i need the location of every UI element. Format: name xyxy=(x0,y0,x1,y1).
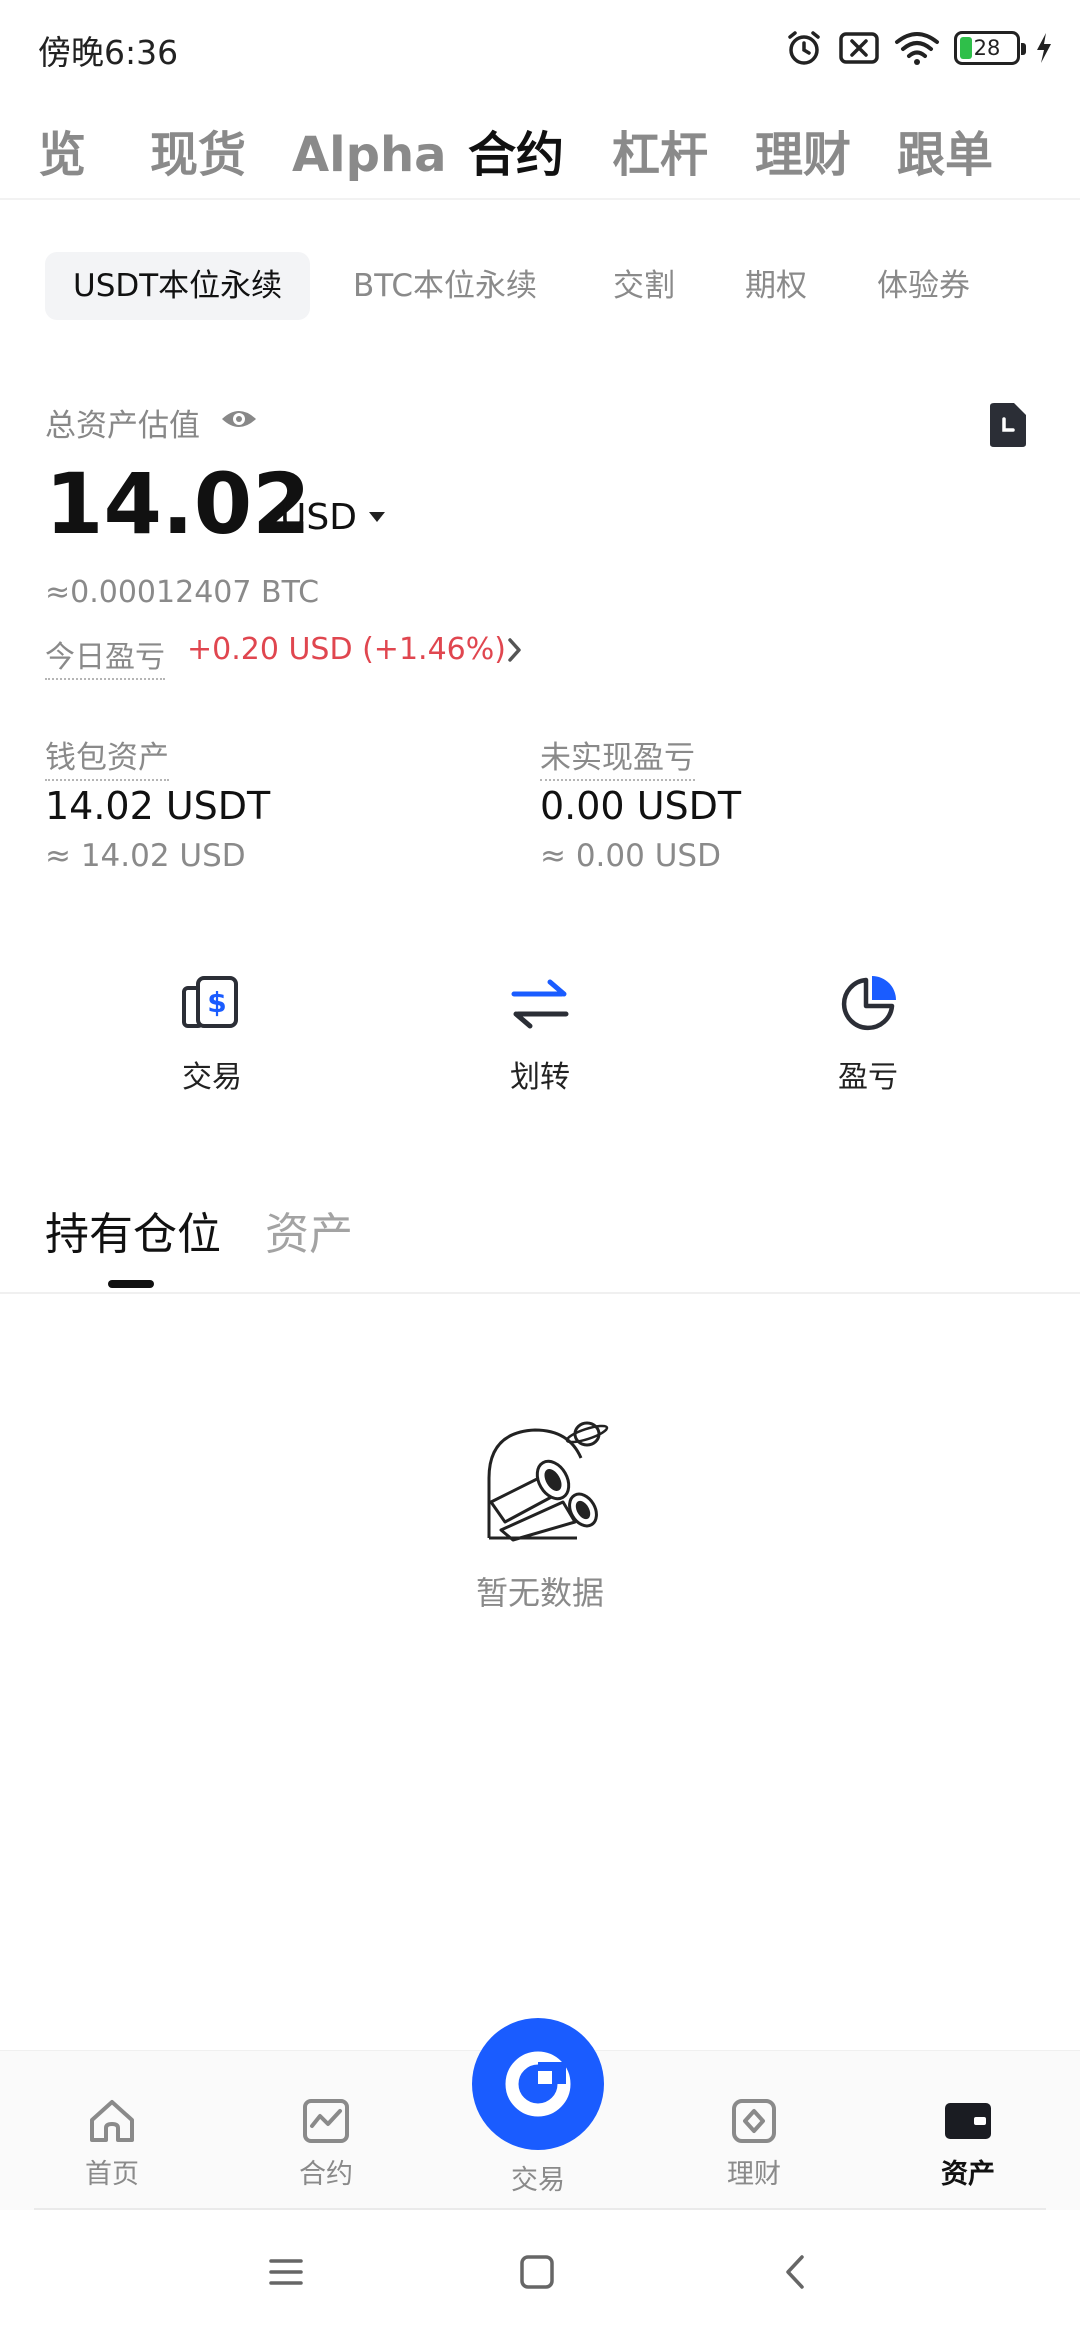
total-assets-label: 总资产估值 xyxy=(45,408,200,444)
subtab-trial-voucher[interactable]: 体验券 xyxy=(877,252,970,320)
divider xyxy=(0,1292,1080,1294)
tab-futures[interactable]: 合约 xyxy=(468,110,564,198)
wallet-icon xyxy=(945,2103,991,2139)
transfer-button[interactable]: 划转 xyxy=(440,972,640,1112)
unrealized-pnl-usd: ≈ 0.00 USD xyxy=(540,838,721,874)
svg-text:$: $ xyxy=(207,986,226,1019)
status-time: 傍晚6:36 xyxy=(38,33,179,72)
btc-equivalent: ≈0.00012407 BTC xyxy=(45,575,320,610)
transfer-icon xyxy=(511,979,569,1029)
no-sim-icon xyxy=(839,32,879,64)
caret-down-icon[interactable] xyxy=(367,510,387,524)
top-tab-bar: 览 现货 Alpha 合约 杠杆 理财 跟单 xyxy=(0,110,1080,200)
tab-overview[interactable]: 览 xyxy=(38,110,86,198)
eye-icon[interactable] xyxy=(220,402,258,436)
pnl-analysis-button[interactable]: 盈亏 xyxy=(768,972,968,1112)
active-tab-indicator xyxy=(108,1280,154,1288)
chevron-right-icon[interactable] xyxy=(506,636,524,664)
nav-trade-label[interactable]: 交易 xyxy=(460,2158,616,2197)
nav-futures-label: 合约 xyxy=(299,2159,353,2190)
pnl-label: 盈亏 xyxy=(838,1060,898,1095)
alarm-icon xyxy=(788,31,820,65)
subtab-btc-perpetual[interactable]: BTC本位永续 xyxy=(353,252,537,320)
tab-open-positions[interactable]: 持有仓位 xyxy=(45,1205,221,1265)
nav-earn[interactable]: 理财 xyxy=(674,2098,834,2191)
transfer-label: 划转 xyxy=(510,1060,570,1095)
tab-earn[interactable]: 理财 xyxy=(755,110,851,198)
trade-fab-icon xyxy=(505,2051,571,2117)
tab-alpha[interactable]: Alpha xyxy=(292,110,447,198)
finance-icon xyxy=(732,2099,776,2143)
wallet-assets-label[interactable]: 钱包资产 xyxy=(45,732,169,781)
today-pnl-label[interactable]: 今日盈亏 xyxy=(45,632,165,680)
nav-assets-label: 资产 xyxy=(941,2159,995,2190)
trade-label: 交易 xyxy=(182,1060,242,1095)
status-icons: 28 xyxy=(784,24,1054,72)
nav-earn-label: 理财 xyxy=(727,2159,781,2190)
battery-percent: 28 xyxy=(973,36,1001,60)
back-icon[interactable] xyxy=(778,2254,814,2290)
wifi-icon xyxy=(895,32,939,65)
home-icon xyxy=(90,2100,134,2142)
wallet-assets-value: 14.02 USDT xyxy=(45,784,271,828)
nav-futures[interactable]: 合约 xyxy=(246,2098,406,2191)
history-record-icon[interactable] xyxy=(986,402,1028,448)
total-balance-value: 14.02 xyxy=(45,455,311,553)
tab-spot[interactable]: 现货 xyxy=(150,110,246,198)
unrealized-pnl-label[interactable]: 未实现盈亏 xyxy=(540,732,695,781)
status-bar: 傍晚6:36 28 xyxy=(0,0,1080,96)
pie-chart-icon xyxy=(841,976,896,1031)
trade-icon: $ xyxy=(182,976,238,1028)
nav-assets[interactable]: 资产 xyxy=(888,2098,1048,2191)
unrealized-pnl-value: 0.00 USDT xyxy=(540,784,742,828)
tab-copy-trading[interactable]: 跟单 xyxy=(897,110,993,198)
empty-state-text: 暂无数据 xyxy=(475,1574,604,1612)
subtab-delivery[interactable]: 交割 xyxy=(613,252,675,320)
nav-home[interactable]: 首页 xyxy=(32,2098,192,2191)
binoculars-empty-icon xyxy=(487,1421,609,1542)
trade-button[interactable]: $ 交易 xyxy=(112,972,312,1112)
tab-margin[interactable]: 杠杆 xyxy=(612,110,708,198)
subtab-usdt-perpetual[interactable]: USDT本位永续 xyxy=(45,252,311,320)
wallet-assets-usd: ≈ 14.02 USD xyxy=(45,838,246,874)
battery-icon: 28 xyxy=(954,31,1026,65)
menu-icon[interactable] xyxy=(268,2254,304,2290)
currency-selector[interactable]: USD xyxy=(280,497,357,538)
home-square-icon[interactable] xyxy=(519,2254,555,2290)
charging-icon xyxy=(1037,33,1051,63)
tab-assets[interactable]: 资产 xyxy=(265,1205,353,1265)
subtab-options[interactable]: 期权 xyxy=(745,252,807,320)
contract-icon xyxy=(303,2099,349,2143)
nav-trade-button[interactable] xyxy=(472,2018,604,2150)
today-pnl-value[interactable]: +0.20 USD (+1.46%) xyxy=(187,632,506,667)
nav-home-label: 首页 xyxy=(85,2159,139,2190)
